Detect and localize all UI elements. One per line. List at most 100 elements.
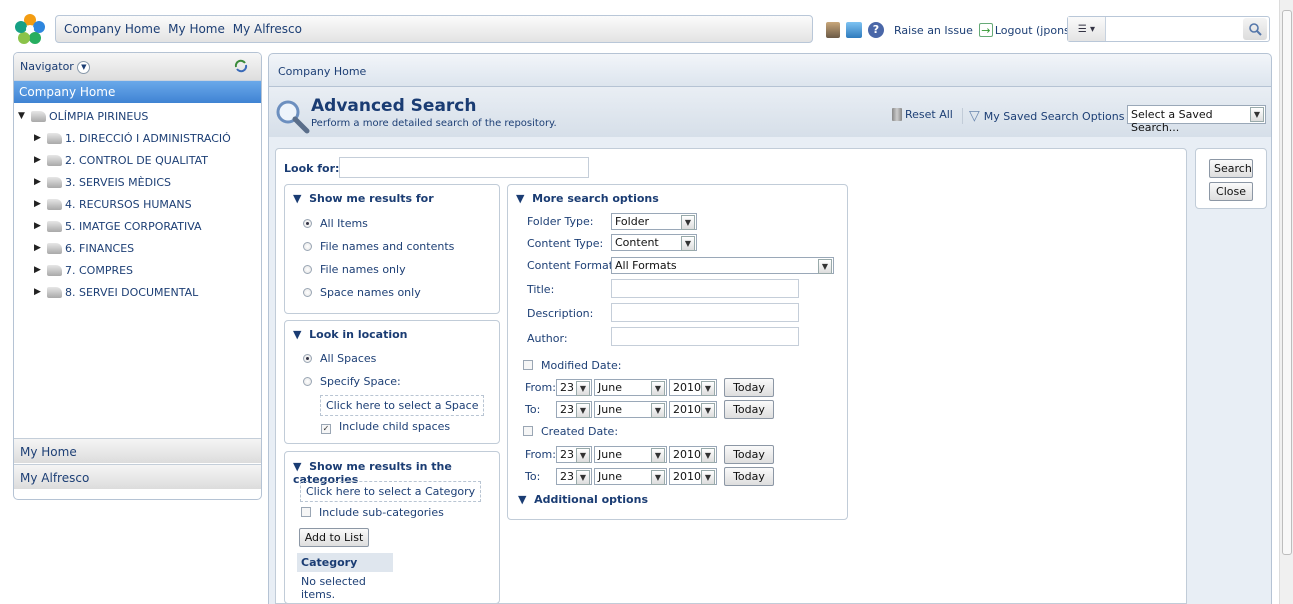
collapsed-triangle-icon[interactable]: ▶ <box>34 265 44 275</box>
users-icon[interactable] <box>846 22 862 38</box>
results-for-title[interactable]: ▼ Show me results for <box>293 192 434 205</box>
checkbox[interactable] <box>301 507 311 517</box>
modified-to-day[interactable]: 23 ▼ <box>556 401 592 418</box>
collapsed-triangle-icon[interactable]: ▶ <box>34 199 44 209</box>
reset-all-button[interactable]: Reset All <box>892 108 953 121</box>
content-format-select[interactable]: All Formats ▼ <box>611 257 834 274</box>
radio-button[interactable] <box>303 377 312 386</box>
page-scrollbar[interactable] <box>1279 0 1293 604</box>
chevron-down-icon[interactable]: ▼ <box>701 381 715 396</box>
created-to-year[interactable]: 2010 ▼ <box>669 468 717 485</box>
saved-search-options[interactable]: ▽ My Saved Search Options ▼ <box>962 108 1142 124</box>
more-options-title[interactable]: ▼ More search options <box>516 192 659 205</box>
search-options-menu-icon[interactable]: ☰ ▾ <box>1068 17 1106 41</box>
collapsed-triangle-icon[interactable]: ▶ <box>34 287 44 297</box>
chevron-down-icon[interactable]: ▼ <box>576 381 590 396</box>
scrollbar-thumb[interactable] <box>1282 10 1292 555</box>
created-from-day[interactable]: 23 ▼ <box>556 446 592 463</box>
chevron-down-icon[interactable]: ▼ <box>576 403 590 418</box>
radio-all-items[interactable]: All Items <box>303 217 368 230</box>
navigator-my-alfresco[interactable]: My Alfresco <box>14 464 261 489</box>
radio-button[interactable] <box>303 242 312 251</box>
collapsed-triangle-icon[interactable]: ▶ <box>34 133 44 143</box>
navigator-company-home[interactable]: Company Home <box>14 81 261 103</box>
breadcrumb-company-home[interactable]: Company Home <box>278 65 366 78</box>
checkbox[interactable] <box>523 360 533 370</box>
modified-from-year[interactable]: 2010 ▼ <box>669 379 717 396</box>
add-to-list-button[interactable]: Add to List <box>299 528 369 547</box>
title-input[interactable] <box>611 279 799 298</box>
created-date-checkbox[interactable]: Created Date: <box>523 425 618 438</box>
search-button[interactable]: Search <box>1209 159 1253 178</box>
chevron-down-icon[interactable]: ▼ <box>681 215 695 230</box>
chevron-down-icon[interactable]: ▼ <box>818 259 832 274</box>
modified-to-year[interactable]: 2010 ▼ <box>669 401 717 418</box>
chevron-down-icon[interactable]: ▼ <box>681 236 695 251</box>
tree-item[interactable]: ▶ 7. COMPRES <box>18 259 261 281</box>
tree-item[interactable]: ▶ 6. FINANCES <box>18 237 261 259</box>
include-sub-categories[interactable]: Include sub-categories <box>301 506 444 519</box>
tree-item[interactable]: ▶ 8. SERVEI DOCUMENTAL <box>18 281 261 303</box>
refresh-icon[interactable] <box>233 58 249 74</box>
radio-specify-space[interactable]: Specify Space: <box>303 375 401 388</box>
author-input[interactable] <box>611 327 799 346</box>
radio-space-names-only[interactable]: Space names only <box>303 286 421 299</box>
radio-file-names-only[interactable]: File names only <box>303 263 406 276</box>
logout-link[interactable]: Logout (jpons) <box>995 24 1074 37</box>
collapsed-triangle-icon[interactable]: ▶ <box>34 177 44 187</box>
tree-item[interactable]: ▶ 4. RECURSOS HUMANS <box>18 193 261 215</box>
modified-from-day[interactable]: 23 ▼ <box>556 379 592 396</box>
raise-issue-link[interactable]: Raise an Issue <box>894 24 973 37</box>
nav-link-my-home[interactable]: My Home <box>168 22 225 36</box>
chevron-down-icon[interactable]: ▼ <box>651 403 665 418</box>
chevron-down-icon[interactable]: ▼ <box>651 470 665 485</box>
modified-from-today-button[interactable]: Today <box>724 378 774 397</box>
modified-to-month[interactable]: June ▼ <box>594 401 667 418</box>
expanded-triangle-icon[interactable]: ▼ <box>18 111 28 121</box>
tree-item[interactable]: ▶ 3. SERVEIS MÈDICS <box>18 171 261 193</box>
chevron-down-icon[interactable]: ▼ <box>1250 107 1264 122</box>
nav-link-my-alfresco[interactable]: My Alfresco <box>233 22 302 36</box>
chevron-down-icon[interactable]: ▼ <box>701 448 715 463</box>
created-from-today-button[interactable]: Today <box>724 445 774 464</box>
chevron-down-icon[interactable]: ▼ <box>701 403 715 418</box>
modified-from-month[interactable]: June ▼ <box>594 379 667 396</box>
logout-icon[interactable]: → <box>978 23 993 37</box>
radio-button[interactable] <box>303 288 312 297</box>
modified-to-today-button[interactable]: Today <box>724 400 774 419</box>
tree-root[interactable]: ▼ OLÍMPIA PIRINEUS <box>18 105 261 127</box>
look-in-location-title[interactable]: ▼ Look in location <box>293 328 408 341</box>
navigator-dropdown-icon[interactable]: ▼ <box>77 60 91 74</box>
chevron-down-icon[interactable]: ▼ <box>651 381 665 396</box>
created-to-day[interactable]: 23 ▼ <box>556 468 592 485</box>
additional-options-toggle[interactable]: ▼ Additional options <box>518 493 648 506</box>
include-child-spaces[interactable]: ✓ Include child spaces <box>321 420 450 434</box>
folder-type-select[interactable]: Folder ▼ <box>611 213 697 230</box>
created-to-month[interactable]: June ▼ <box>594 468 667 485</box>
chevron-down-icon[interactable]: ▼ <box>701 470 715 485</box>
created-from-month[interactable]: June ▼ <box>594 446 667 463</box>
content-type-select[interactable]: Content ▼ <box>611 234 697 251</box>
radio-file-names-contents[interactable]: File names and contents <box>303 240 454 253</box>
saved-search-select[interactable]: Select a Saved Search... ▼ <box>1127 105 1266 134</box>
close-button[interactable]: Close <box>1209 182 1253 201</box>
created-to-today-button[interactable]: Today <box>724 467 774 486</box>
description-input[interactable] <box>611 303 799 322</box>
search-icon[interactable] <box>1243 18 1267 40</box>
tree-item[interactable]: ▶ 2. CONTROL DE QUALITAT <box>18 149 261 171</box>
radio-button[interactable] <box>303 354 312 363</box>
chevron-down-icon[interactable]: ▼ <box>576 448 590 463</box>
select-category-link[interactable]: Click here to select a Category <box>300 481 482 502</box>
collapsed-triangle-icon[interactable]: ▶ <box>34 155 44 165</box>
nav-link-company-home[interactable]: Company Home <box>64 22 160 36</box>
chevron-down-icon[interactable]: ▼ <box>576 470 590 485</box>
created-from-year[interactable]: 2010 ▼ <box>669 446 717 463</box>
header-search-input[interactable] <box>1106 19 1243 39</box>
checkbox-checked[interactable]: ✓ <box>321 424 331 434</box>
user-icon[interactable] <box>826 22 840 38</box>
navigator-my-home[interactable]: My Home <box>14 438 261 463</box>
look-for-input[interactable] <box>339 157 589 178</box>
tree-item[interactable]: ▶ 5. IMATGE CORPORATIVA <box>18 215 261 237</box>
tree-item[interactable]: ▶ 1. DIRECCIÓ I ADMINISTRACIÓ <box>18 127 261 149</box>
modified-date-checkbox[interactable]: Modified Date: <box>523 359 621 372</box>
